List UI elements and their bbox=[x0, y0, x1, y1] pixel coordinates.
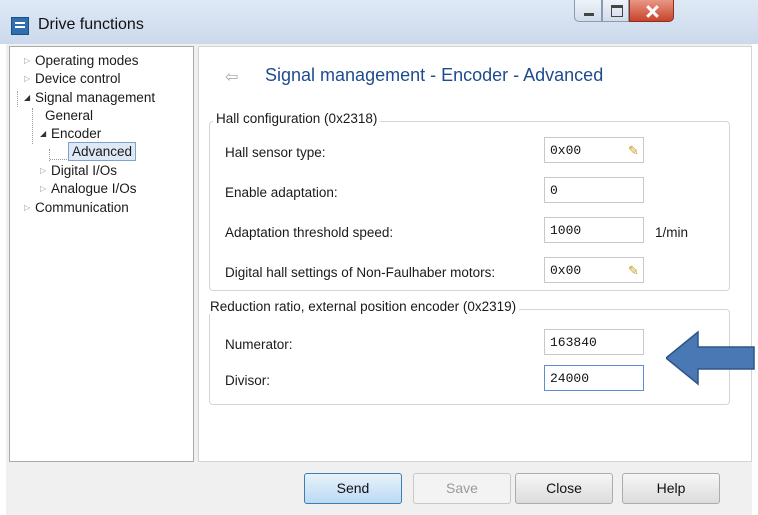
tree-item-device-control[interactable]: ▷ Device control bbox=[24, 70, 121, 87]
tree-item-digital-ios[interactable]: ▷ Digital I/Os bbox=[40, 162, 117, 179]
tree-connector bbox=[17, 91, 18, 107]
dialog-body: ▷ Operating modes ▷ Device control ◢ Signal… bbox=[6, 44, 752, 515]
enable-adaptation-value: 0 bbox=[550, 183, 558, 198]
tree-item-signal-management[interactable]: ◢ Signal management bbox=[24, 89, 155, 106]
app-icon bbox=[11, 17, 29, 35]
hall-sensor-type-value: 0x00 bbox=[550, 143, 582, 158]
tree-item-general[interactable]: General bbox=[45, 107, 93, 124]
tree-item-label: Advanced bbox=[72, 144, 133, 159]
pencil-icon[interactable]: ✎ bbox=[628, 140, 638, 160]
adaptation-threshold-speed-value: 1000 bbox=[550, 223, 582, 238]
back-arrow-icon[interactable]: ⇦ bbox=[225, 67, 238, 87]
title-bar[interactable]: Drive functions bbox=[0, 0, 758, 44]
collapse-arrow-icon[interactable]: ◢ bbox=[24, 89, 35, 106]
pencil-icon[interactable]: ✎ bbox=[628, 260, 638, 280]
enable-adaptation-field[interactable]: 0 bbox=[544, 177, 644, 203]
tree-connector bbox=[50, 159, 67, 160]
tree-connector bbox=[32, 108, 33, 144]
tree-item-label: Communication bbox=[35, 200, 129, 215]
digital-hall-settings-field[interactable]: 0x00 ✎ bbox=[544, 257, 644, 283]
enable-adaptation-label: Enable adaptation: bbox=[225, 185, 338, 200]
digital-hall-settings-value: 0x00 bbox=[550, 263, 582, 278]
tree-item-label: Encoder bbox=[51, 126, 102, 141]
navigation-tree: ▷ Operating modes ▷ Device control ◢ Signal… bbox=[9, 46, 194, 462]
hall-sensor-type-field[interactable]: 0x00 ✎ bbox=[544, 137, 644, 163]
annotation-arrow-icon bbox=[666, 330, 755, 386]
divisor-label: Divisor: bbox=[225, 373, 271, 388]
tree-item-operating-modes[interactable]: ▷ Operating modes bbox=[24, 52, 139, 69]
expand-arrow-icon[interactable]: ▷ bbox=[24, 70, 35, 87]
expand-arrow-icon[interactable]: ▷ bbox=[24, 199, 35, 216]
tree-item-label: Analogue I/Os bbox=[51, 181, 137, 196]
tree-item-label: General bbox=[45, 108, 94, 123]
drive-functions-window: Drive functions ▷ Operating modes ▷ Device… bbox=[0, 0, 758, 515]
numerator-value: 163840 bbox=[550, 335, 597, 350]
expand-arrow-icon[interactable]: ▷ bbox=[24, 52, 35, 69]
collapse-arrow-icon[interactable]: ◢ bbox=[40, 125, 51, 142]
content-panel: ⇦ Signal management - Encoder - Advanced… bbox=[198, 46, 752, 462]
tree-item-communication[interactable]: ▷ Communication bbox=[24, 199, 129, 216]
hall-sensor-type-label: Hall sensor type: bbox=[225, 145, 326, 160]
help-button[interactable]: Help bbox=[622, 473, 720, 504]
tree-item-label: Device control bbox=[35, 71, 121, 86]
tree-item-label: Signal management bbox=[35, 90, 156, 105]
numerator-field[interactable]: 163840 bbox=[544, 329, 644, 355]
divisor-field[interactable]: 24000 bbox=[544, 365, 644, 391]
expand-arrow-icon[interactable]: ▷ bbox=[40, 180, 51, 197]
minimize-button[interactable] bbox=[574, 0, 602, 22]
reduction-ratio-label: Reduction ratio, external position encod… bbox=[207, 299, 520, 314]
tree-item-analogue-ios[interactable]: ▷ Analogue I/Os bbox=[40, 180, 137, 197]
page-title: Signal management - Encoder - Advanced bbox=[265, 65, 604, 85]
reduction-ratio-group bbox=[209, 309, 730, 405]
divisor-value: 24000 bbox=[550, 371, 590, 386]
tree-item-label: Operating modes bbox=[35, 53, 139, 68]
close-window-button[interactable] bbox=[629, 0, 674, 22]
maximize-button[interactable] bbox=[602, 0, 629, 22]
save-button[interactable]: Save bbox=[413, 473, 511, 504]
speed-unit-label: 1/min bbox=[655, 225, 689, 240]
adaptation-threshold-speed-label: Adaptation threshold speed: bbox=[225, 225, 394, 240]
window-title: Drive functions bbox=[38, 16, 144, 33]
digital-hall-settings-label: Digital hall settings of Non-Faulhaber m… bbox=[225, 265, 496, 280]
tree-item-encoder[interactable]: ◢ Encoder bbox=[40, 125, 101, 142]
adaptation-threshold-speed-field[interactable]: 1000 bbox=[544, 217, 644, 243]
expand-arrow-icon[interactable]: ▷ bbox=[40, 162, 51, 179]
numerator-label: Numerator: bbox=[225, 337, 293, 352]
close-button[interactable]: Close bbox=[515, 473, 613, 504]
send-button[interactable]: Send bbox=[304, 473, 402, 504]
hall-configuration-label: Hall configuration (0x2318) bbox=[213, 111, 381, 126]
tree-item-label: Digital I/Os bbox=[51, 163, 118, 178]
tree-item-advanced[interactable]: Advanced bbox=[68, 142, 137, 161]
